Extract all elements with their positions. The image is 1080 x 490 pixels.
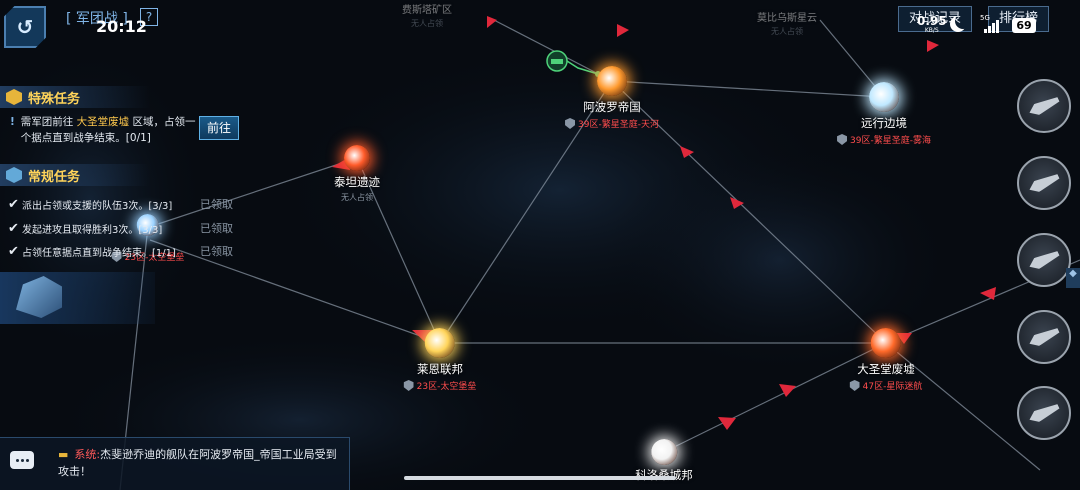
node-apollo-empire[interactable]: 阿波罗帝国 39区-繁星圣庭-天河 [565, 66, 659, 130]
home-indicator[interactable] [404, 476, 676, 480]
routine-task-header: 常规任务 [0, 164, 150, 186]
node-owner: 39区-繁星圣庭-天河 [565, 117, 659, 130]
node-owner: 47区-星际迷航 [849, 379, 922, 392]
guild-emblem-icon [849, 380, 860, 391]
signal-icon [984, 20, 999, 33]
check-icon: ✔ [8, 196, 19, 212]
node-name: 费斯塔矿区 [402, 5, 452, 16]
fleet-button-2[interactable] [1017, 156, 1071, 210]
battery-icon: 69 [1012, 18, 1036, 33]
planet-icon [651, 439, 677, 465]
planet-icon [870, 328, 901, 358]
node-name: 莫比乌斯星云 [757, 13, 817, 24]
planet-icon [424, 328, 455, 358]
status-clock: 20:12 [96, 17, 147, 36]
planet-icon [868, 82, 899, 112]
node-unoccupied: 无人占领 [771, 27, 803, 36]
planet-icon [596, 66, 627, 96]
planet-icon [344, 145, 370, 171]
network-speed: 0.95 KB/S [917, 14, 947, 34]
do-not-disturb-icon [950, 16, 966, 32]
guild-emblem-icon [403, 380, 414, 391]
chat-icon[interactable] [10, 451, 34, 469]
node-titan-ruins[interactable]: 泰坦遗迹 无人占领 [334, 145, 380, 203]
claimed-status: 已领取 [200, 198, 233, 211]
ship-icon [1027, 171, 1061, 195]
node-unoccupied: 无人占领 [341, 193, 373, 202]
check-icon: ✔ [8, 220, 19, 236]
check-icon: ✔ [8, 243, 19, 259]
node-name: 远行边境 [860, 116, 907, 130]
fleet-button-1[interactable] [1017, 79, 1071, 133]
node-mobius-nebula[interactable]: 莫比乌斯星云 无人占领 [757, 6, 817, 37]
alert-icon: ! [10, 116, 15, 128]
back-button[interactable]: ↺ [4, 6, 46, 48]
node-name: 泰坦遗迹 [334, 175, 380, 189]
special-task-text: ! 需军团前往 大圣堂废墟 区域，占领一个据点直到战争结束。[0/1] [10, 116, 196, 144]
node-cathedral-ruins[interactable]: 大圣堂废墟 47区-星际迷航 [849, 328, 922, 392]
node-owner: 39区-繁星圣庭-雾海 [837, 133, 931, 146]
fleet-button-4[interactable] [1017, 310, 1071, 364]
guild-emblem-icon [837, 134, 848, 145]
node-far-frontier[interactable]: 远行边境 39区-繁星圣庭-雾海 [837, 82, 931, 146]
ship-icon [1027, 401, 1061, 425]
fleet-button-5[interactable] [1017, 386, 1071, 440]
claimed-status: 已领取 [200, 222, 233, 235]
node-owner: 23区-太空堡垒 [403, 379, 476, 392]
routine-task-row: ✔ 发起进攻且取得胜利3次。[3/3] 已领取 [8, 220, 233, 236]
claimed-status: 已领取 [200, 245, 233, 258]
special-task-header: 特殊任务 [0, 86, 150, 108]
special-task-icon [6, 89, 22, 105]
guild-emblem-icon [565, 118, 576, 129]
node-name: 科洛桑城邦 [635, 468, 693, 482]
back-icon: ↺ [16, 15, 34, 39]
node-unoccupied: 无人占领 [411, 19, 443, 28]
routine-task-row: ✔ 派出占领或支援的队伍3次。[3/3] 已领取 [8, 196, 233, 212]
ship-icon [1027, 94, 1061, 118]
node-name: 大圣堂废墟 [857, 362, 915, 376]
node-feisi-mine[interactable]: 费斯塔矿区 无人占领 [402, 0, 452, 29]
routine-task-icon [6, 167, 22, 183]
side-expand-tab[interactable]: ◆ [1066, 268, 1080, 288]
node-name: 阿波罗帝国 [583, 100, 641, 114]
node-name: 莱恩联邦 [416, 362, 463, 376]
go-to-button[interactable]: 前往 [199, 116, 239, 140]
node-lane-federation[interactable]: 莱恩联邦 23区-太空堡垒 [403, 328, 476, 392]
chat-message: ▬ 系统:杰斐逊乔迪的舰队在阿波罗帝国_帝国工业局受到攻击！ [58, 448, 337, 478]
ship-icon [1027, 248, 1061, 272]
fleet-button-3[interactable] [1017, 233, 1071, 287]
ship-icon [1027, 325, 1061, 349]
routine-task-row: ✔ 占领任意据点直到战争结束。[1/1] 已领取 [8, 243, 233, 259]
